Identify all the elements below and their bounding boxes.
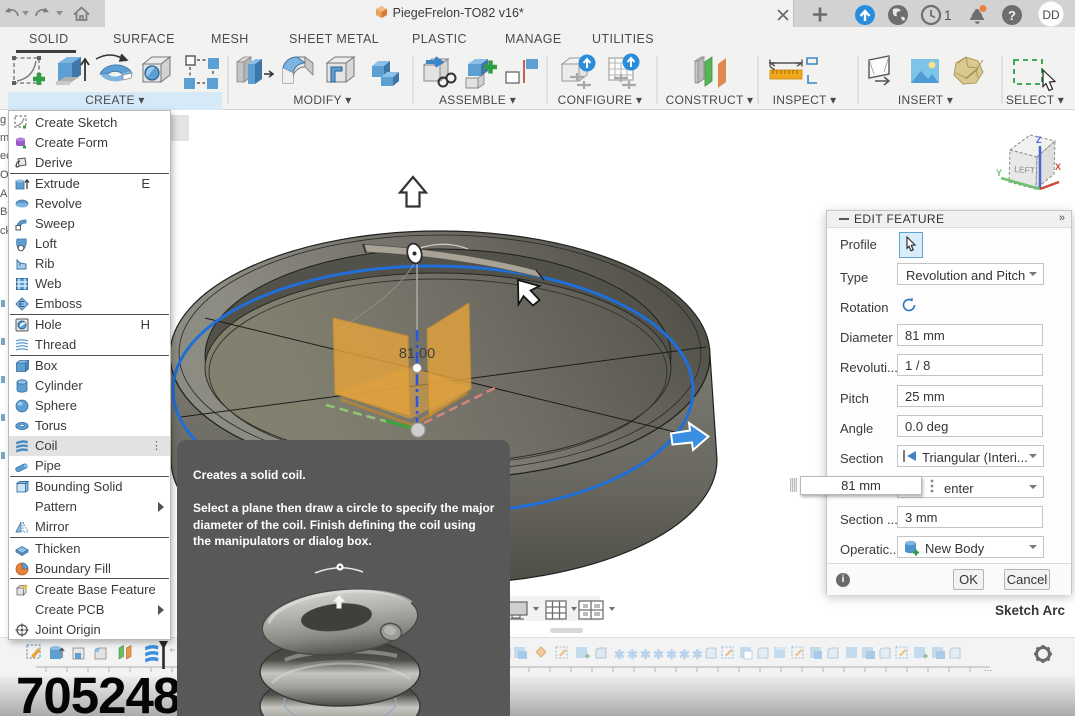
svg-text:✱: ✱ [692,647,703,662]
svg-text:...: ... [984,663,992,674]
svg-text:Y: Y [996,168,1002,178]
svg-text:?: ? [1008,8,1016,23]
svg-text:1: 1 [944,8,952,23]
svg-text:LEFT: LEFT [1014,164,1035,175]
svg-text:81.00: 81.00 [399,346,435,362]
svg-text:✱: ✱ [614,647,625,662]
svg-text:X: X [1055,162,1061,172]
svg-text:Z: Z [1036,135,1042,145]
svg-text:✱: ✱ [679,647,690,662]
svg-text:✱: ✱ [640,647,651,662]
svg-text:✱: ✱ [653,647,664,662]
svg-text:✱: ✱ [666,647,677,662]
svg-text:DD: DD [1042,8,1060,22]
svg-text:✱: ✱ [627,647,638,662]
